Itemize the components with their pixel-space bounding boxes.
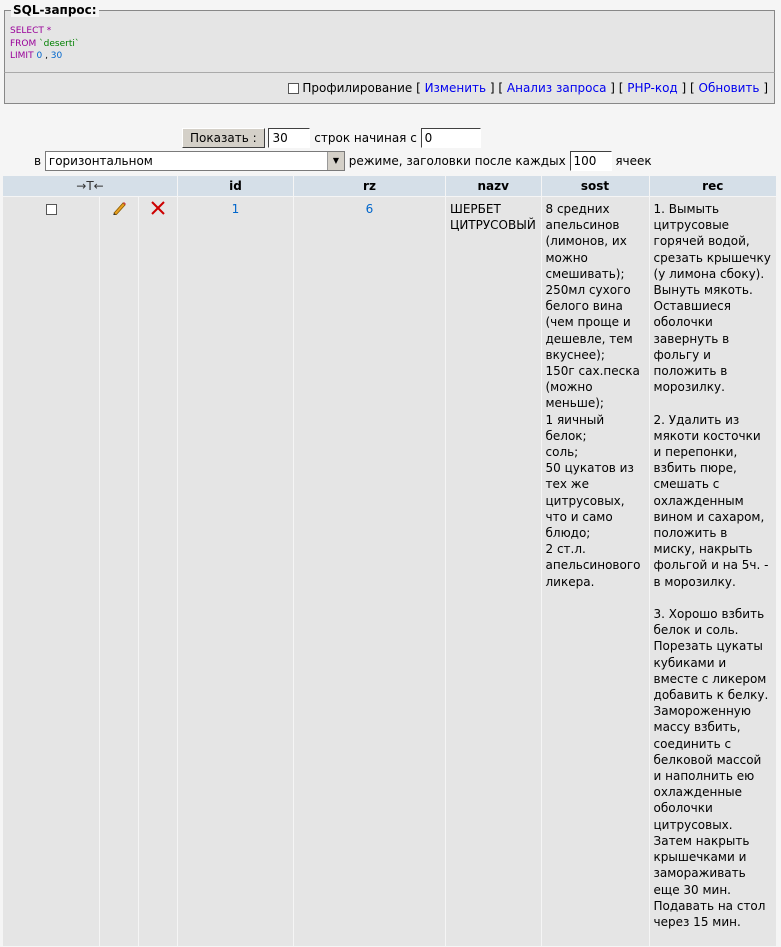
sql-table-name: `deserti` [36,38,80,49]
rows-label: строк начиная с [314,131,417,145]
bracket: [ [412,81,425,95]
repeat-headers-input[interactable]: 100 [569,151,612,171]
cell-id: 1 [178,197,293,947]
sql-star: * [43,26,52,36]
rows-count-input[interactable]: 30 [268,128,311,148]
bracket: ] [759,81,768,95]
show-button[interactable]: Показать : [182,128,265,148]
table-header-row: →T← id rz nazv sost rec [3,176,776,196]
sql-keyword-limit: LIMIT [10,51,34,61]
sql-query-legend: SQL-запрос: [11,3,99,17]
sql-code: SELECT * FROM `deserti` LIMIT 0 , 30 [10,25,79,63]
explain-query-link[interactable]: Анализ запроса [507,81,607,95]
rec-step-1: 1. Вымыть цитрусовые горячей водой, срез… [653,202,771,395]
display-mode-value: горизонтальном [48,154,153,168]
sql-query-box: SQL-запрос: SELECT * FROM `deserti` LIMI… [4,3,775,73]
rec-step-2: 2. Удалить из мякоти косточки и перепонк… [653,412,769,589]
profiling-checkbox[interactable] [287,83,299,94]
cells-label: ячеек [615,154,652,168]
delete-cell [139,197,177,947]
cell-rec: 1. Вымыть цитрусовые горячей водой, срез… [649,197,776,947]
query-actions-bar: Профилирование [ Изменить ] [ Анализ зап… [4,72,775,104]
column-header-rz[interactable]: rz [294,176,445,196]
row-select-cell [3,197,99,947]
show-rows-controls: Показать : 30 строк начиная с 0 [182,128,481,148]
edit-cell [100,197,138,947]
row-checkbox[interactable] [45,204,57,215]
results-table: →T← id rz nazv sost rec 1 6 ШЕРБЕТ ЦИТРУ… [2,175,777,947]
arrows-header: →T← [3,176,177,196]
php-code-link[interactable]: PHP-код [627,81,677,95]
table-row: 1 6 ШЕРБЕТ ЦИТРУСОВЫЙ 8 средних апельсин… [3,197,776,947]
bracket: [ [690,81,699,95]
sql-keyword-select: SELECT [10,26,44,36]
column-header-id[interactable]: id [178,176,293,196]
column-header-nazv[interactable]: nazv [446,176,541,196]
arrows-icon: →T← [76,179,104,193]
cell-sost: 8 средних апельсинов (лимонов, их можно … [541,197,649,947]
bracket: ] [677,81,691,95]
profiling-label: Профилирование [302,81,413,95]
chevron-down-icon[interactable]: ▼ [326,152,344,170]
bracket: ] [486,81,499,95]
cell-nazv: ШЕРБЕТ ЦИТРУСОВЫЙ [446,197,541,947]
sql-keyword-from: FROM [10,38,37,49]
pencil-icon[interactable] [111,201,127,219]
bracket: [ [618,81,628,95]
in-label: в [34,154,42,168]
sql-limit-count: 30 [50,51,63,61]
edit-query-link[interactable]: Изменить [425,81,487,95]
refresh-link[interactable]: Обновить [699,81,760,95]
start-row-input[interactable]: 0 [420,128,481,148]
display-mode-select[interactable]: горизонтальном ▼ [44,151,345,171]
column-header-sost[interactable]: sost [541,176,649,196]
column-header-rec[interactable]: rec [649,176,776,196]
mode-label: режиме, заголовки после каждых [348,154,566,168]
delete-icon[interactable] [151,201,165,218]
bracket: ] [606,81,619,95]
bracket: [ [498,81,507,95]
sql-limit-sep: , [42,51,51,61]
cell-rz: 6 [294,197,445,947]
display-mode-controls: в горизонтальном ▼ режиме, заголовки пос… [34,151,652,171]
rec-step-3: 3. Хорошо взбить белок и соль. Порезать … [653,607,769,929]
